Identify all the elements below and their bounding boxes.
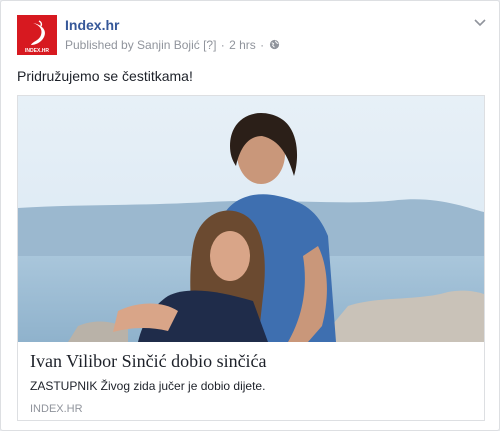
link-body[interactable]: Ivan Vilibor Sinčić dobio sinčića ZASTUP…: [30, 350, 472, 415]
meta-separator-2: ·: [260, 38, 265, 52]
page-avatar[interactable]: INDEX.HR: [17, 15, 57, 55]
help-marker[interactable]: [?]: [203, 38, 216, 52]
post-header: INDEX.HR Index.hr Published by Sanjin Bo…: [17, 13, 487, 55]
page-name-link[interactable]: Index.hr: [65, 17, 119, 33]
timestamp-link[interactable]: 2 hrs: [229, 38, 256, 52]
index-logo-icon: INDEX.HR: [17, 15, 57, 55]
link-description: ZASTUPNIK Živog zida jučer je dobio dije…: [30, 379, 266, 393]
globe-icon[interactable]: [269, 39, 280, 50]
link-domain: INDEX.HR: [30, 403, 83, 415]
post-meta: Published by Sanjin Bojić [?] · 2 hrs ·: [65, 38, 280, 52]
link-image[interactable]: [18, 96, 484, 342]
link-preview[interactable]: Ivan Vilibor Sinčić dobio sinčića ZASTUP…: [17, 95, 485, 421]
chevron-down-icon[interactable]: [473, 15, 487, 29]
post-text: Pridružujemo se čestitkama!: [17, 68, 193, 84]
published-by-link[interactable]: Published by Sanjin Bojić: [65, 38, 200, 52]
avatar-logo-text: INDEX.HR: [25, 48, 49, 54]
post-card: INDEX.HR Index.hr Published by Sanjin Bo…: [0, 0, 500, 431]
link-title[interactable]: Ivan Vilibor Sinčić dobio sinčića: [30, 350, 472, 372]
couple-photo: [18, 96, 484, 342]
meta-separator: ·: [220, 38, 225, 52]
